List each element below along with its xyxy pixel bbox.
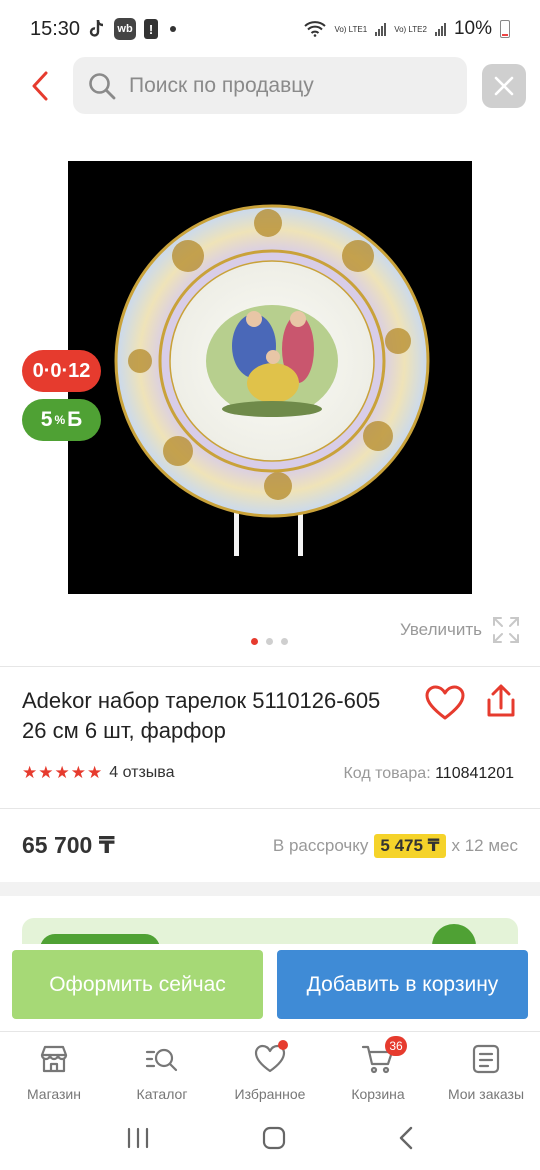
nav-item-favorites[interactable]: Избранное	[216, 1032, 324, 1111]
cart-count-badge: 36	[385, 1036, 407, 1056]
signal1-icon	[375, 22, 387, 36]
star-icon: ★	[87, 763, 103, 782]
installment-term: х 12 мес	[451, 836, 519, 855]
store-icon	[37, 1042, 71, 1076]
back-arrow-icon	[399, 1126, 413, 1150]
star-icon: ★	[22, 763, 38, 782]
share-button[interactable]	[484, 684, 518, 722]
recent-apps-icon	[127, 1127, 149, 1149]
nav-label: Избранное	[234, 1086, 306, 1102]
favorite-button[interactable]	[425, 685, 465, 723]
search-input[interactable]: Поиск по продавцу	[73, 57, 467, 114]
bonus-value: 5	[40, 408, 53, 431]
reviews-link[interactable]: 4 отзыва	[109, 764, 174, 782]
nav-label: Магазин	[26, 1086, 81, 1102]
lte1-label: Vo) LTE1	[334, 24, 368, 34]
nav-label: Каталог	[136, 1086, 188, 1102]
pager-dot[interactable]	[281, 638, 288, 645]
pager-dot[interactable]	[266, 638, 273, 645]
catalog-search-icon	[145, 1042, 179, 1076]
status-bar: 15:30 wb ! Vo) LTE1 Vo) LTE2 10%	[0, 0, 540, 58]
expand-icon	[493, 617, 519, 643]
home-button[interactable]	[262, 1126, 286, 1155]
system-nav-bar	[0, 1111, 540, 1170]
battery-percent: 10%	[453, 18, 492, 39]
pager-dot-active[interactable]	[251, 638, 258, 645]
price: 65 700 ₸	[22, 832, 115, 858]
chevron-left-icon	[32, 71, 48, 101]
home-icon	[262, 1126, 286, 1150]
wifi-icon	[304, 21, 327, 37]
sku-value: 110841201	[435, 765, 514, 782]
add-to-cart-button[interactable]: Добавить в корзину	[277, 950, 528, 1019]
installment-label: В рассрочку	[272, 836, 369, 855]
installment-amount: 5 475 ₸	[374, 834, 446, 858]
bonus-badge: 5% Б	[22, 399, 101, 441]
bonus-percent: %	[54, 413, 66, 427]
zoom-label: Увеличить	[400, 620, 482, 639]
back-button[interactable]	[22, 66, 58, 106]
image-pager[interactable]	[251, 638, 288, 645]
star-icon: ★	[70, 763, 86, 782]
product-title: Adekor набор тарелок 5110126-605 26 см 6…	[22, 688, 381, 743]
installment[interactable]: В рассрочку 5 475 ₸ х 12 мес	[273, 834, 518, 858]
timer-badge: 0·0·12	[22, 350, 101, 392]
share-icon	[487, 684, 515, 717]
action-bar: Оформить сейчас Добавить в корзину	[0, 944, 540, 1030]
rating-row[interactable]: ★ ★ ★ ★ ★ 4 отзыва	[22, 764, 175, 782]
divider	[0, 808, 540, 809]
nav-item-store[interactable]: Магазин	[0, 1032, 108, 1111]
clear-search-button[interactable]	[482, 64, 526, 108]
status-time: 15:30	[30, 17, 81, 40]
section-separator	[0, 882, 540, 896]
tiktok-icon	[88, 19, 106, 39]
zoom-button[interactable]: Увеличить	[400, 616, 520, 644]
nav-item-cart[interactable]: 36 Корзина	[324, 1032, 432, 1111]
favorites-dot-icon	[278, 1040, 288, 1050]
lte2-label: Vo) LTE2	[394, 24, 427, 34]
alert-icon: !	[144, 19, 159, 39]
bonus-currency: Б	[67, 408, 83, 431]
search-placeholder: Поиск по продавцу	[129, 73, 314, 97]
buy-now-button[interactable]: Оформить сейчас	[12, 950, 263, 1019]
search-row: Поиск по продавцу	[0, 56, 540, 116]
sku-label: Код товара:	[343, 765, 431, 782]
rating-stars: ★ ★ ★ ★ ★	[22, 764, 102, 782]
plate-illustration	[68, 161, 472, 594]
star-icon: ★	[54, 763, 70, 782]
heart-icon	[425, 685, 465, 720]
divider	[0, 666, 540, 667]
close-icon	[494, 76, 514, 96]
battery-icon	[500, 20, 510, 38]
nav-label: Мои заказы	[447, 1086, 525, 1102]
search-icon	[89, 72, 116, 99]
nav-item-orders[interactable]: Мои заказы	[432, 1032, 540, 1111]
system-back-button[interactable]	[398, 1126, 414, 1155]
notification-dot-icon	[170, 26, 177, 32]
recent-apps-button[interactable]	[126, 1127, 150, 1154]
orders-icon	[469, 1042, 503, 1076]
sku: Код товара: 110841201	[343, 765, 514, 783]
signal2-icon	[434, 22, 446, 36]
star-icon: ★	[38, 763, 54, 782]
product-image[interactable]	[68, 161, 472, 594]
nav-item-catalog[interactable]: Каталог	[108, 1032, 216, 1111]
bottom-nav: Магазин Каталог Избранное 36 Корзина Мои…	[0, 1031, 540, 1111]
wb-app-icon: wb	[114, 18, 137, 40]
nav-label: Корзина	[351, 1086, 405, 1102]
